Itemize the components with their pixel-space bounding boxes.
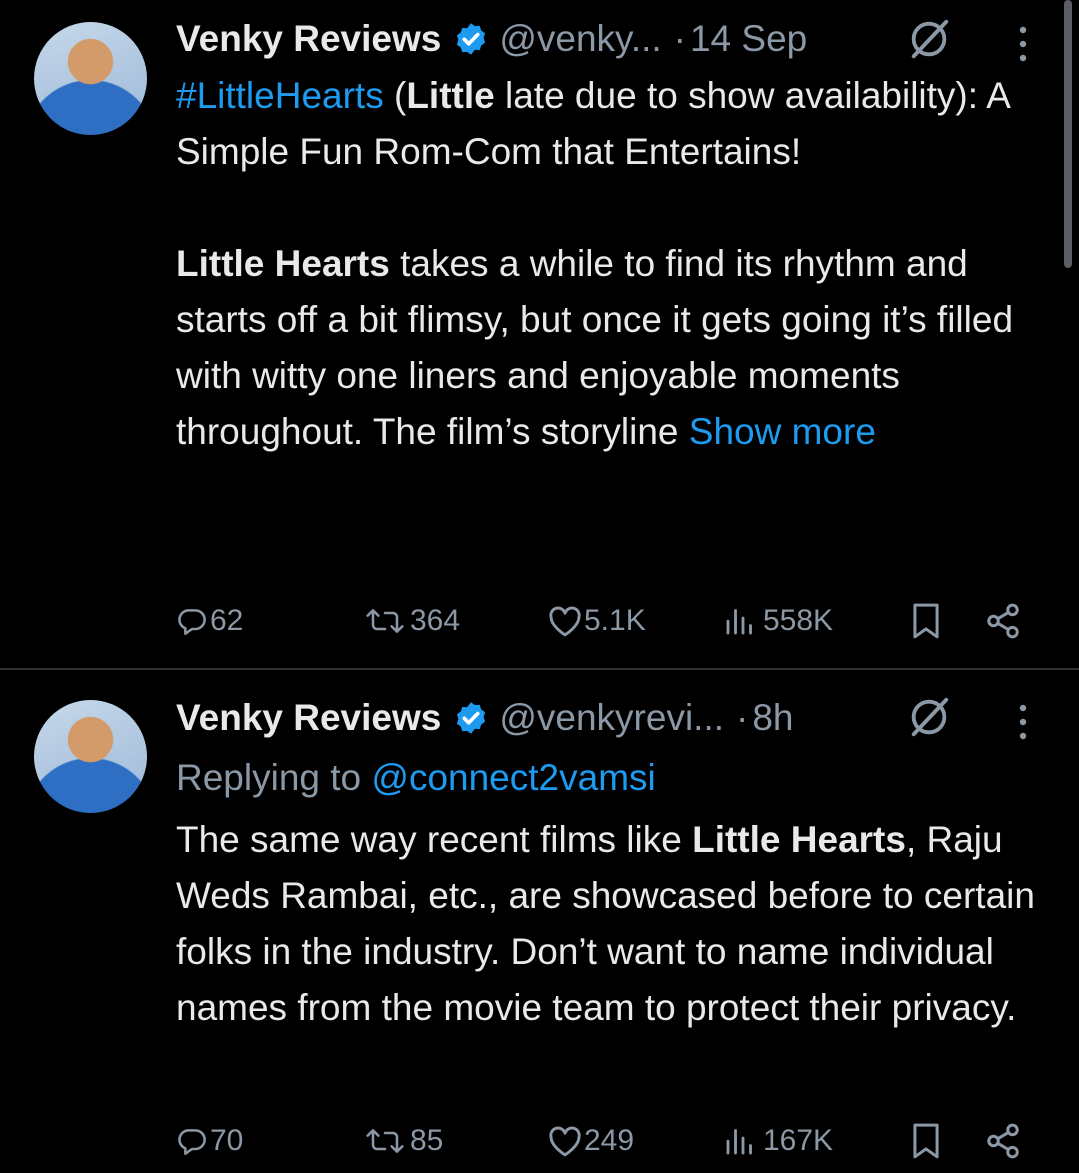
- tweet-text-bold: Little Hearts: [176, 243, 390, 284]
- more-options-icon[interactable]: [1018, 702, 1028, 742]
- repost-button[interactable]: 85: [360, 1116, 443, 1166]
- timestamp[interactable]: 14 Sep: [690, 18, 807, 60]
- like-button[interactable]: 249: [546, 1116, 634, 1166]
- avatar[interactable]: [34, 22, 147, 135]
- avatar[interactable]: [34, 700, 147, 813]
- like-count: 249: [584, 1124, 635, 1157]
- views-button[interactable]: 167K: [721, 1116, 833, 1166]
- reply-button[interactable]: 70: [176, 1116, 243, 1166]
- separator-dot: ·: [673, 18, 686, 59]
- tweet-text-bold: Little: [406, 75, 495, 116]
- views-count: 558K: [763, 604, 834, 637]
- tweet-header: Venky Reviews @venkyrevi... · 8h: [176, 693, 794, 743]
- repost-count: 85: [410, 1124, 444, 1157]
- author-handle[interactable]: @venky...: [499, 18, 661, 60]
- tweet-text-segment: The same way recent films like: [176, 819, 693, 860]
- tweet-text-bold: Little Hearts: [692, 819, 906, 860]
- tweet-text: #LittleHearts (Little late due to show a…: [176, 68, 1056, 460]
- repost-count: 364: [410, 604, 461, 637]
- verified-badge-icon: [457, 23, 486, 55]
- author-name[interactable]: Venky Reviews: [176, 697, 441, 739]
- share-icon[interactable]: [984, 1122, 1022, 1160]
- like-icon: [549, 1126, 581, 1157]
- tweet-text-segment: (: [383, 75, 407, 116]
- views-count: 167K: [763, 1124, 834, 1157]
- more-options-icon[interactable]: [1018, 24, 1028, 64]
- verified-badge-icon: [457, 702, 486, 734]
- replying-to: Replying to @connect2vamsi: [176, 750, 1056, 806]
- repost-button[interactable]: 364: [360, 596, 460, 646]
- bookmark-icon[interactable]: [910, 1122, 942, 1160]
- reply-icon: [178, 609, 206, 635]
- bookmark-icon[interactable]: [910, 602, 942, 640]
- reply-count: 70: [210, 1124, 244, 1157]
- tweet-actions: 70 85 249 167K: [176, 1116, 1036, 1166]
- replying-to-label: Replying to: [176, 757, 372, 798]
- like-count: 5.1K: [584, 604, 646, 637]
- hashtag-link[interactable]: #LittleHearts: [176, 75, 384, 116]
- share-icon[interactable]: [984, 602, 1022, 640]
- tweet-text: The same way recent films like Little He…: [176, 812, 1046, 1036]
- grok-icon[interactable]: [906, 694, 952, 740]
- grok-icon[interactable]: [906, 16, 952, 62]
- separator-dot: ·: [736, 697, 749, 738]
- views-icon: [726, 1129, 752, 1155]
- tweet-actions: 62 364 5.1K 558K: [176, 596, 1036, 646]
- repost-icon: [366, 609, 404, 633]
- views-button[interactable]: 558K: [721, 596, 833, 646]
- timestamp[interactable]: 8h: [752, 697, 793, 739]
- author-handle[interactable]: @venkyrevi...: [499, 697, 724, 739]
- show-more-link[interactable]: Show more: [689, 411, 876, 452]
- like-button[interactable]: 5.1K: [546, 596, 646, 646]
- reply-icon: [178, 1129, 206, 1155]
- reply-count: 62: [210, 604, 244, 637]
- tweet-header: Venky Reviews @venky... · 14 Sep: [176, 14, 807, 64]
- tweet[interactable]: Venky Reviews @venky... · 14 Sep #Little…: [0, 0, 1079, 668]
- author-name[interactable]: Venky Reviews: [176, 18, 441, 60]
- views-icon: [726, 609, 752, 635]
- replying-to-handle[interactable]: @connect2vamsi: [371, 757, 655, 798]
- like-icon: [549, 606, 581, 637]
- tweet[interactable]: Venky Reviews @venkyrevi... · 8h Replyin…: [0, 670, 1079, 1173]
- repost-icon: [366, 1129, 404, 1153]
- reply-button[interactable]: 62: [176, 596, 243, 646]
